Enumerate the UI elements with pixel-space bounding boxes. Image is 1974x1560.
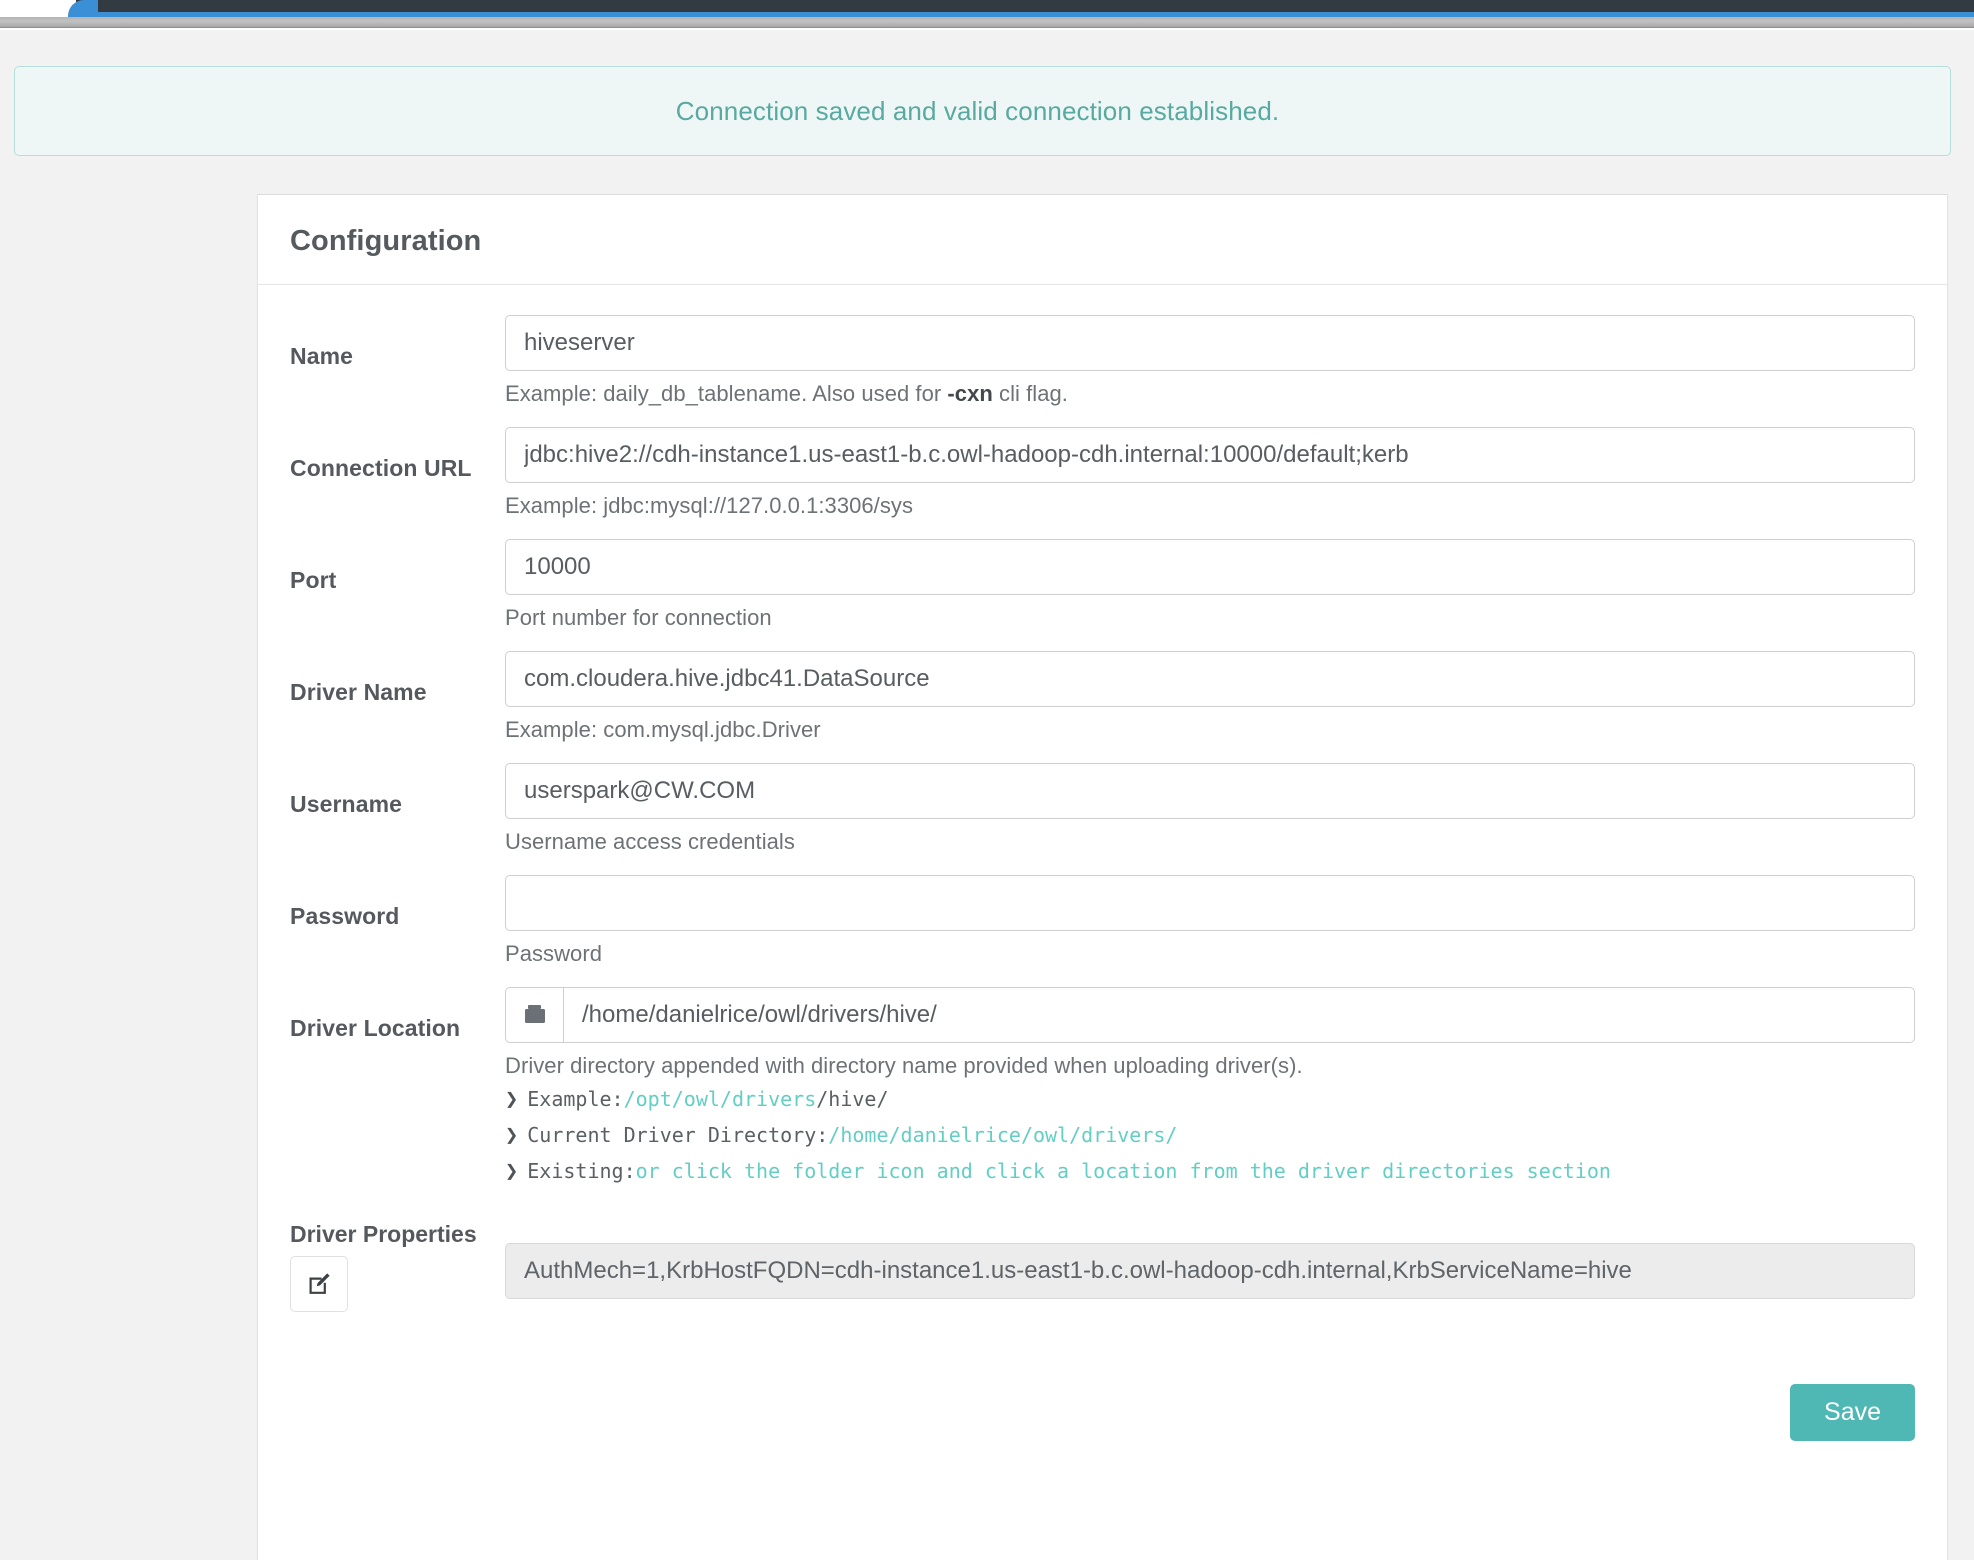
form-row-username: Username Username access credentials <box>290 763 1915 863</box>
hint-example: ❯ Example: /opt/owl/drivers /hive/ <box>505 1087 1915 1111</box>
label-driver-properties: Driver Properties <box>290 1221 477 1247</box>
browser-toolbar-strip <box>0 17 1974 28</box>
form-row-driver-properties: Driver Properties AuthMech=1,KrbHostFQDN… <box>290 1221 1915 1312</box>
label-driver-name: Driver Name <box>290 679 427 705</box>
form-row-driver-location: Driver Location Driver directory a <box>290 987 1915 1195</box>
hint-existing: ❯ Existing: or click the folder icon and… <box>505 1159 1915 1183</box>
configuration-card: Configuration Name Example: daily_db_tab… <box>257 194 1948 1560</box>
name-input[interactable] <box>505 315 1915 371</box>
form-row-port: Port Port number for connection <box>290 539 1915 639</box>
hint-example-tail: /hive/ <box>816 1087 889 1111</box>
form-row-name: Name Example: daily_db_tablename. Also u… <box>290 315 1915 415</box>
save-button[interactable]: Save <box>1790 1384 1915 1441</box>
help-name-bold: -cxn <box>947 381 993 406</box>
hint-example-label: Example: <box>527 1087 624 1111</box>
page-title: Configuration <box>290 225 482 257</box>
help-driver-location: Driver directory appended with directory… <box>505 1053 1303 1078</box>
help-name-suffix: cli flag. <box>992 381 1068 406</box>
hint-current-label: Current Driver Directory: <box>527 1123 829 1147</box>
driver-location-input-group <box>505 987 1915 1043</box>
page-body: Connection saved and valid connection es… <box>0 30 1974 1560</box>
driver-properties-value[interactable]: AuthMech=1,KrbHostFQDN=cdh-instance1.us-… <box>505 1243 1915 1299</box>
browser-chrome <box>0 0 1974 30</box>
label-name: Name <box>290 343 354 369</box>
chevron-right-icon: ❯ <box>505 1123 519 1148</box>
driver-location-input[interactable] <box>563 987 1915 1043</box>
chevron-right-icon: ❯ <box>505 1159 519 1184</box>
help-name: Example: daily_db_tablename. Also used f… <box>505 381 1915 407</box>
field-connection-url: Example: jdbc:mysql://127.0.0.1:3306/sys <box>505 427 1915 527</box>
connection-status-alert: Connection saved and valid connection es… <box>14 66 1951 156</box>
folder-icon <box>524 1005 545 1023</box>
username-input[interactable] <box>505 763 1915 819</box>
field-driver-location: Driver directory appended with directory… <box>505 987 1915 1195</box>
label-password: Password <box>290 903 400 929</box>
driver-properties-left: Driver Properties <box>290 1221 505 1312</box>
help-driver-name: Example: com.mysql.jdbc.Driver <box>505 717 821 742</box>
card-header: Configuration <box>258 195 1947 285</box>
field-driver-name: Example: com.mysql.jdbc.Driver <box>505 651 1915 751</box>
hint-current-path: /home/danielrice/owl/drivers/ <box>828 1123 1178 1147</box>
card-body: Name Example: daily_db_tablename. Also u… <box>258 285 1947 1491</box>
label-driver-location: Driver Location <box>290 1015 461 1041</box>
label-username: Username <box>290 791 403 817</box>
connection-status-message: Connection saved and valid connection es… <box>675 95 1280 126</box>
field-password: Password <box>505 875 1915 975</box>
driver-location-hints: ❯ Example: /opt/owl/drivers /hive/ ❯ Cur… <box>505 1087 1915 1183</box>
hint-existing-text: or click the folder icon and click a loc… <box>635 1159 1611 1183</box>
chevron-right-icon: ❯ <box>505 1087 519 1112</box>
driver-properties-edit-button[interactable] <box>290 1256 348 1312</box>
password-input[interactable] <box>505 875 1915 931</box>
card-footer: Save <box>290 1312 1915 1451</box>
card-container: Configuration Name Example: daily_db_tab… <box>0 194 1974 1560</box>
form-row-connection-url: Connection URL Example: jdbc:mysql://127… <box>290 427 1915 527</box>
help-password: Password <box>505 941 602 966</box>
hint-current-directory: ❯ Current Driver Directory: /home/daniel… <box>505 1123 1915 1147</box>
driver-name-input[interactable] <box>505 651 1915 707</box>
form-row-driver-name: Driver Name Example: com.mysql.jdbc.Driv… <box>290 651 1915 751</box>
hint-example-path: /opt/owl/drivers <box>623 1087 817 1111</box>
field-port: Port number for connection <box>505 539 1915 639</box>
hint-existing-label: Existing: <box>527 1159 636 1183</box>
field-name: Example: daily_db_tablename. Also used f… <box>505 315 1915 415</box>
help-username: Username access credentials <box>505 829 795 854</box>
help-connection-url: Example: jdbc:mysql://127.0.0.1:3306/sys <box>505 493 913 518</box>
connection-url-input[interactable] <box>505 427 1915 483</box>
help-port: Port number for connection <box>505 605 772 630</box>
label-connection-url: Connection URL <box>290 455 472 481</box>
edit-icon <box>309 1273 330 1294</box>
help-name-prefix: Example: daily_db_tablename. Also used f… <box>505 381 948 406</box>
folder-browse-button[interactable] <box>505 987 563 1043</box>
form-row-password: Password Password <box>290 875 1915 975</box>
port-input[interactable] <box>505 539 1915 595</box>
label-port: Port <box>290 567 337 593</box>
field-username: Username access credentials <box>505 763 1915 863</box>
